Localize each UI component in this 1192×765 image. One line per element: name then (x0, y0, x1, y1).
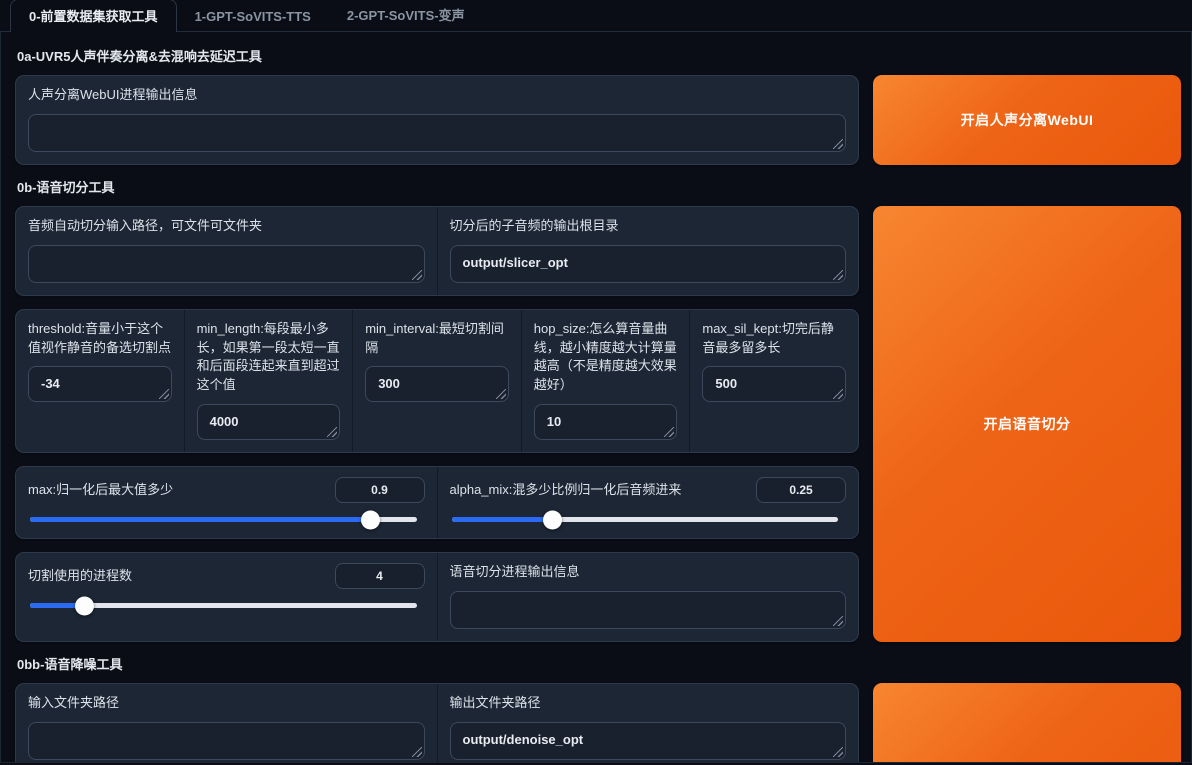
slicer-output-label: 语音切分进程输出信息 (449, 564, 580, 580)
uvr5-output-panel: 人声分离WebUI进程输出信息 (15, 75, 859, 165)
slider-nproc-label: 切割使用的进程数 (28, 567, 133, 583)
denoise-section: 输入文件夹路径 输出文件夹路径 output/denoise_opt 语音降噪进… (15, 682, 1181, 762)
slicer-threshold-textarea[interactable]: -34 (28, 366, 172, 403)
slicer-min-interval-textarea[interactable]: 300 (365, 366, 509, 403)
denoise-output-dir-cell: 输出文件夹路径 output/denoise_opt (436, 683, 859, 762)
slicer-paths-panel: 音频自动切分输入路径，可文件可文件夹 切分后的子音频的输出根目录 output/… (15, 205, 859, 296)
slider-max-value-input[interactable] (334, 477, 425, 504)
slider-max-label: max:归一化后最大值多少 (28, 481, 174, 497)
slicer-process-panel: 切割使用的进程数 语音切分进程输出信息 (15, 552, 859, 642)
slicer-min-length-label: min_length:每段最小多长，如果第一段太短一直和后面段连起来直到超过这个… (196, 320, 340, 393)
slicer-output-dir-label: 切分后的子音频的输出根目录 (449, 217, 619, 233)
slicer-input-path-textarea[interactable] (28, 244, 425, 283)
slider-max-block: max:归一化后最大值多少 (16, 467, 437, 538)
slicer-section-header: 0b-语音切分工具 (17, 179, 115, 195)
slicer-output-textarea[interactable] (449, 590, 846, 629)
start-denoise-button[interactable]: 开启语音降噪 (873, 682, 1181, 762)
slicer-output-dir-textarea[interactable]: output/slicer_opt (449, 244, 846, 283)
slicer-min-interval-label: min_interval:最短切割间隔 (365, 320, 504, 355)
slicer-input-path-cell: 音频自动切分输入路径，可文件可文件夹 (16, 207, 437, 295)
start-slicing-button[interactable]: 开启语音切分 (873, 205, 1181, 642)
slicer-output-dir-cell: 切分后的子音频的输出根目录 output/slicer_opt (436, 206, 859, 295)
slicer-min-length-cell: min_length:每段最小多长，如果第一段太短一直和后面段连起来直到超过这个… (183, 309, 353, 453)
slicer-hop-size-textarea[interactable]: 10 (533, 404, 678, 441)
slicer-input-path-label: 音频自动切分输入路径，可文件可文件夹 (28, 217, 263, 233)
slicer-max-sil-kept-textarea[interactable]: 500 (702, 366, 846, 403)
uvr5-section-header: 0a-UVR5人声伴奏分离&去混响去延迟工具 (17, 49, 262, 64)
slider-alpha-mix-track[interactable] (451, 510, 838, 530)
slider-alpha-mix-value-input[interactable] (756, 477, 846, 504)
slider-alpha-mix-label: alpha_mix:混多少比例归一化后音频进来 (449, 481, 682, 497)
uvr5-output-textarea[interactable] (28, 113, 846, 152)
denoise-output-dir-textarea[interactable]: output/denoise_opt (449, 721, 846, 760)
tab-content: 0a-UVR5人声伴奏分离&去混响去延迟工具 人声分离WebUI进程输出信息 开… (0, 32, 1192, 763)
denoise-input-dir-cell: 输入文件夹路径 (16, 684, 437, 762)
tab-gpt-sovits-tts[interactable]: 1-GPT-SoVITS-TTS (177, 3, 329, 31)
slicer-sliders-panel: max:归一化后最大值多少 alpha_mix:混多少比例归一化后音频进来 (15, 466, 859, 540)
denoise-input-dir-textarea[interactable] (28, 721, 425, 760)
denoise-input-dir-label: 输入文件夹路径 (28, 694, 120, 710)
tab-bar: 0-前置数据集获取工具 1-GPT-SoVITS-TTS 2-GPT-SoVIT… (0, 0, 1192, 32)
uvr5-output-label: 人声分离WebUI进程输出信息 (28, 87, 198, 102)
slider-max-thumb[interactable] (361, 510, 381, 530)
slicer-threshold-label: threshold:音量小于这个值视作静音的备选切割点 (28, 320, 172, 355)
slicer-hop-size-cell: hop_size:怎么算音量曲线，越小精度越大计算量越高（不是精度越大效果越好）… (520, 309, 690, 453)
slider-nproc-thumb[interactable] (75, 596, 95, 616)
open-uvr5-webui-button[interactable]: 开启人声分离WebUI (873, 75, 1181, 165)
slider-nproc-block: 切割使用的进程数 (16, 553, 437, 641)
slicer-min-length-textarea[interactable]: 4000 (196, 404, 341, 441)
slider-alpha-mix-thumb[interactable] (542, 510, 562, 530)
slider-nproc-track[interactable] (30, 596, 417, 616)
denoise-output-dir-label: 输出文件夹路径 (449, 694, 541, 710)
slider-alpha-mix-block: alpha_mix:混多少比例归一化后音频进来 (436, 467, 859, 539)
slicer-min-interval-cell: min_interval:最短切割间隔 300 (352, 309, 521, 453)
slicer-max-sil-kept-label: max_sil_kept:切完后静音最多留多长 (702, 320, 834, 355)
slider-nproc-value-input[interactable] (334, 563, 425, 590)
tab-dataset-tools[interactable]: 0-前置数据集获取工具 (10, 0, 177, 32)
tab-gpt-sovits-voice-change[interactable]: 2-GPT-SoVITS-变声 (329, 0, 483, 31)
slicer-section: 音频自动切分输入路径，可文件可文件夹 切分后的子音频的输出根目录 output/… (15, 205, 1181, 642)
denoise-section-header: 0bb-语音降噪工具 (17, 656, 123, 672)
slicer-hop-size-label: hop_size:怎么算音量曲线，越小精度越大计算量越高（不是精度越大效果越好） (533, 320, 677, 393)
slicer-params-panel: threshold:音量小于这个值视作静音的备选切割点 -34 min_leng… (15, 308, 859, 454)
slider-max-track[interactable] (30, 510, 417, 530)
slicer-max-sil-kept-cell: max_sil_kept:切完后静音最多留多长 500 (689, 309, 858, 453)
slicer-output-cell: 语音切分进程输出信息 (436, 553, 859, 641)
denoise-paths-panel: 输入文件夹路径 输出文件夹路径 output/denoise_opt (15, 682, 859, 762)
uvr5-section: 人声分离WebUI进程输出信息 开启人声分离WebUI (15, 75, 1181, 165)
slicer-threshold-cell: threshold:音量小于这个值视作静音的备选切割点 -34 (16, 310, 184, 452)
